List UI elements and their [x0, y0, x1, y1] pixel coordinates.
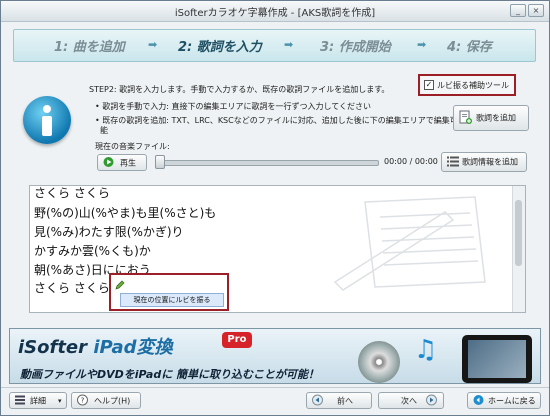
banner-brand: iSofter iPad変換: [18, 333, 173, 359]
banner-brand-prefix: iSofter: [18, 337, 88, 358]
home-arrow-icon: [473, 394, 484, 407]
playback-slider-track[interactable]: [159, 160, 379, 166]
ruby-pen-icon: [115, 280, 125, 293]
info-icon: [23, 96, 71, 144]
bullet-add-existing-cont: 能: [100, 126, 108, 135]
next-label: 次へ: [401, 396, 417, 405]
home-button[interactable]: ホームに戻る: [467, 392, 541, 409]
bullet-add-existing: • 既存の歌詞を追加: TXT、LRC、KSCなどのファイルに対応、追加した後に…: [95, 116, 458, 125]
minimize-button[interactable]: _: [510, 4, 526, 17]
close-button[interactable]: ×: [528, 4, 544, 17]
play-button[interactable]: 再生: [97, 154, 147, 171]
checkbox-checked-icon: ✓: [424, 80, 434, 90]
app-window: iSofterカラオケ字幕作成 - [AKS歌詞を作成] _ × 1: 曲を追加…: [0, 0, 550, 416]
editor-scrollbar[interactable]: [512, 186, 525, 312]
step-arrow-icon: ➡: [284, 38, 294, 51]
lyric-line: 野(%の)山(%やま)も里(%さと)も: [34, 206, 217, 220]
playback-time: 00:00 / 00:00: [384, 157, 438, 166]
bullet-manual-input: • 歌詞を手動で入力: 直接下の編集エリアに歌詞を一行ずつ入力してください: [95, 102, 372, 111]
notepad-watermark-icon: [333, 196, 486, 291]
title-bar: iSofterカラオケ字幕作成 - [AKS歌詞を作成] _ ×: [1, 1, 549, 22]
banner-pro-badge: Pro: [222, 332, 252, 348]
add-lyric-info-button[interactable]: 歌詞情報を追加: [441, 152, 527, 172]
window-title: iSofterカラオケ字幕作成 - [AKS歌詞を作成]: [174, 8, 376, 19]
current-music-label: 現在の音楽ファイル:: [95, 142, 170, 151]
scrollbar-thumb[interactable]: [515, 200, 522, 266]
help-icon: ?: [77, 394, 88, 407]
home-label: ホームに戻る: [488, 396, 536, 405]
lyric-line: 見(%み)わたす限(%かぎ)り: [34, 225, 184, 239]
svg-text:?: ?: [81, 396, 85, 404]
footer-divider: [1, 387, 549, 388]
next-button[interactable]: 次へ: [378, 392, 444, 409]
dropdown-arrow-icon: ▾: [58, 396, 62, 405]
ipad-icon: [462, 335, 532, 383]
dvd-disc-icon: [358, 341, 400, 383]
details-label: 詳細: [30, 396, 46, 405]
step-description: STEP2: 歌詞を入力します。手動で入力するか、既存の歌詞ファイルを追加します…: [89, 85, 390, 94]
context-menu-item-add-ruby[interactable]: 現在の位置にルビを振る: [120, 293, 224, 307]
banner-brand-product: iPad変換: [93, 337, 173, 358]
add-lyrics-label: 歌詞を追加: [476, 113, 516, 123]
step-arrow-icon: ➡: [417, 38, 427, 51]
prev-button[interactable]: 前へ: [306, 392, 372, 409]
help-label: ヘルプ(H): [94, 396, 131, 405]
add-lyrics-button[interactable]: 歌詞を追加: [453, 105, 529, 131]
list-icon: [447, 156, 459, 169]
lyric-line: かすみか雲(%くも)か: [34, 244, 151, 258]
add-file-icon: [459, 110, 472, 126]
help-button[interactable]: ? ヘルプ(H): [71, 392, 141, 409]
lyric-line: さくら さくら: [34, 281, 110, 295]
details-button[interactable]: 詳細 ▾: [9, 392, 67, 409]
banner-tagline: 動画ファイルやDVDをiPadに 簡単に取り込むことが可能！: [20, 368, 320, 381]
step-1-add-song: 1: 曲を追加: [54, 40, 125, 55]
step-navigation: 1: 曲を追加 ➡ 2: 歌詞を入力 ➡ 3: 作成開始 ➡ 4: 保存: [13, 29, 536, 62]
step-2-enter-lyrics: 2: 歌詞を入力: [178, 40, 262, 55]
prev-label: 前へ: [337, 396, 353, 405]
step-arrow-icon: ➡: [148, 38, 158, 51]
ruby-tool-checkbox[interactable]: ✓ ルビ振る補助ツール: [418, 74, 516, 96]
play-label: 再生: [120, 158, 136, 167]
lyrics-editor[interactable]: さくら さくら 野(%の)山(%やま)も里(%さと)も 見(%み)わたす限(%か…: [29, 185, 526, 313]
ruby-tool-label: ルビ振る補助ツール: [437, 81, 509, 90]
menu-icon: [15, 395, 25, 406]
arrow-left-icon: [312, 394, 323, 407]
step-3-start-create: 3: 作成開始: [320, 40, 391, 55]
step-4-save: 4: 保存: [447, 40, 492, 55]
lyric-line: さくら さくら: [34, 186, 110, 200]
playback-slider-handle[interactable]: [155, 155, 165, 169]
play-icon: [103, 156, 114, 169]
arrow-right-icon: [426, 394, 437, 407]
music-note-icon: ♫: [414, 335, 438, 365]
ad-banner[interactable]: iSofter iPad変換 Pro 動画ファイルやDVDをiPadに 簡単に取…: [9, 328, 541, 384]
add-lyric-info-label: 歌詞情報を追加: [462, 157, 518, 167]
